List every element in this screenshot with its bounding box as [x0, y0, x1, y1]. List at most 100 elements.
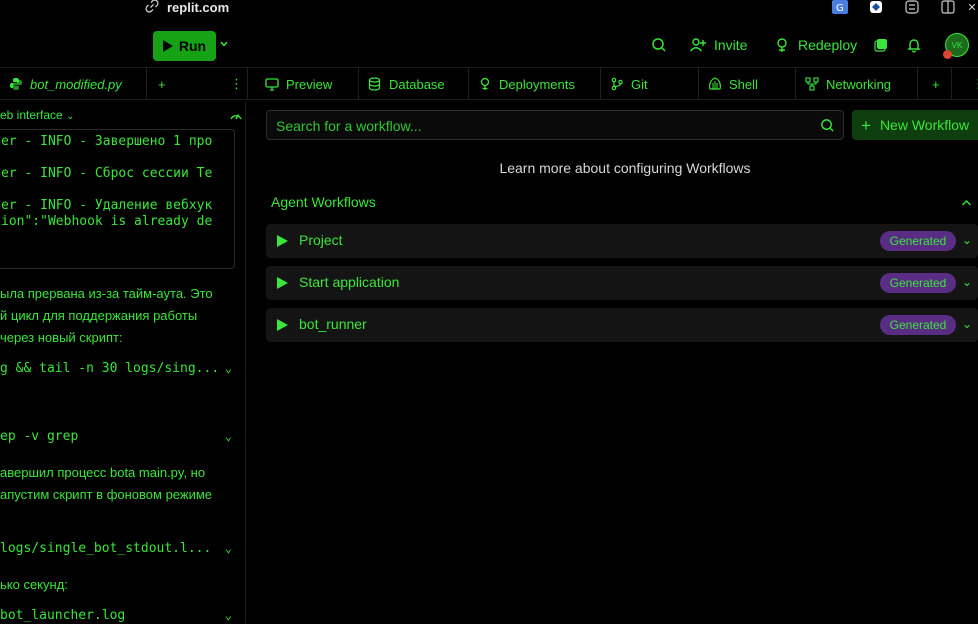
split-view-icon[interactable]: [940, 0, 956, 14]
deploy-icon: [477, 77, 492, 92]
play-icon[interactable]: [277, 319, 288, 331]
agent-panel: eb interface ⌄ er - INFO - Завершено 1 п…: [0, 101, 246, 624]
git-branch-icon: [609, 77, 624, 92]
command-block[interactable]: ep -v grep ⌄: [0, 426, 232, 446]
section-title: Agent Workflows: [271, 194, 376, 210]
play-icon[interactable]: [277, 235, 288, 247]
run-button[interactable]: Run: [153, 31, 216, 61]
tab-preview[interactable]: Preview: [256, 68, 359, 100]
command-block[interactable]: g && tail -n 30 logs/sing... ⌄: [0, 358, 232, 378]
deploy-icon: [773, 36, 791, 54]
console-output: er - INFO - Завершено 1 про er - INFO - …: [0, 129, 235, 269]
workflow-item-bot-runner[interactable]: bot_runner Generated ⌄: [266, 308, 978, 342]
tab-git[interactable]: Git: [601, 68, 699, 100]
tools-more-button[interactable]: ⋮: [966, 68, 978, 100]
tab-label: Preview: [286, 76, 333, 92]
translate-extension-icon[interactable]: G: [832, 0, 848, 14]
chevron-down-icon: ⌄: [224, 541, 232, 555]
python-file-icon: [8, 77, 23, 92]
monitor-icon: [264, 77, 279, 92]
search-input[interactable]: [276, 117, 796, 135]
new-workflow-button[interactable]: + New Workflow: [852, 110, 978, 140]
play-icon: [162, 40, 173, 52]
collapse-chevron-icon[interactable]: [961, 196, 972, 210]
chevron-down-icon[interactable]: ⌄: [962, 275, 972, 289]
command-block[interactable]: logs/single_bot_stdout.l... ⌄: [0, 538, 232, 558]
workflow-name: Project: [299, 232, 343, 248]
workflow-name: bot_runner: [299, 316, 367, 332]
tab-label: Git: [631, 76, 648, 92]
workflow-item-start-application[interactable]: Start application Generated ⌄: [266, 266, 978, 300]
agent-message: ько секунд:: [0, 574, 68, 596]
plus-icon: +: [861, 115, 871, 135]
run-label: Run: [178, 38, 207, 54]
command-text: g && tail -n 30 logs/sing...: [0, 360, 220, 376]
search-icon: [820, 118, 836, 134]
redeploy-button[interactable]: Redeploy: [773, 34, 857, 56]
learn-more-link[interactable]: Learn more about configuring Workflows: [266, 160, 978, 176]
console-line: er - INFO - Завершено 1 про: [1, 134, 213, 149]
command-text: logs/single_bot_stdout.l...: [0, 540, 212, 556]
tab-deployments[interactable]: Deployments: [469, 68, 601, 100]
chevron-down-icon: ⌄: [224, 429, 232, 443]
search-icon: [650, 36, 668, 54]
webview-selector[interactable]: eb interface ⌄: [0, 108, 74, 122]
editor-more-button[interactable]: ⋮: [224, 68, 248, 100]
svg-text:G: G: [836, 3, 844, 14]
layout-icon: [872, 36, 890, 54]
command-block[interactable]: bot_launcher.log ⌄: [0, 605, 232, 624]
workspace-header: Run Invite Redeploy VK: [0, 22, 978, 68]
tab-label: Database: [389, 76, 445, 92]
invite-button[interactable]: Invite: [689, 34, 747, 56]
command-text: ep -v grep: [0, 428, 79, 444]
message-line: апустим скрипт в фоновом режиме: [0, 487, 213, 502]
message-line: через новый скрипт:: [0, 330, 123, 345]
console-line: ion":"Webhook is already de: [1, 214, 213, 229]
add-tool-tab-button[interactable]: +: [922, 68, 952, 100]
tab-label: Shell: [729, 76, 758, 92]
url-text: replit.com: [167, 0, 230, 15]
notifications-button[interactable]: [905, 34, 923, 56]
tab-bar: bot_modified.py + ⋮ Preview Database Dep…: [0, 68, 978, 100]
chevron-down-icon: ⌄: [66, 111, 75, 122]
avatar-status-badge: [943, 50, 952, 59]
bell-icon: [905, 36, 923, 54]
tab-database[interactable]: Database: [359, 68, 469, 100]
chevron-down-icon: ⌄: [224, 608, 232, 622]
webview-label: eb interface: [0, 108, 63, 122]
network-icon: [804, 77, 819, 92]
chevron-down-icon[interactable]: ⌄: [962, 233, 972, 247]
chevron-down-icon: ⌄: [224, 361, 232, 375]
close-window-icon[interactable]: ✕: [964, 0, 978, 14]
message-line: ько секунд:: [0, 577, 68, 592]
address-display[interactable]: replit.com: [145, 0, 230, 15]
redeploy-label: Redeploy: [798, 37, 858, 53]
database-icon: [367, 77, 382, 92]
run-options-chevron-icon[interactable]: [219, 38, 231, 50]
add-user-icon: [689, 36, 707, 54]
add-editor-tab-button[interactable]: +: [147, 68, 230, 100]
pane-layout-button[interactable]: [872, 34, 890, 56]
gauge-icon[interactable]: [229, 109, 243, 123]
status-badge: Generated: [880, 231, 956, 251]
message-line: й цикл для поддержания работы: [0, 308, 198, 323]
shell-icon: [707, 77, 722, 92]
play-icon[interactable]: [277, 277, 288, 289]
agent-message: ыла прервана из-за тайм-аута. Это й цикл…: [0, 283, 213, 349]
tab-networking[interactable]: Networking: [796, 68, 918, 100]
browser-bar: replit.com G ✕: [0, 0, 978, 22]
tab-manager-icon[interactable]: [904, 0, 920, 14]
status-badge: Generated: [880, 315, 956, 335]
workflow-item-project[interactable]: Project Generated ⌄: [266, 224, 978, 258]
chevron-down-icon[interactable]: ⌄: [962, 317, 972, 331]
more-options-icon: ⋮: [230, 76, 243, 91]
extension-icon[interactable]: [868, 0, 884, 14]
console-line: er - INFO - Удаление вебхук: [1, 198, 213, 213]
search-button[interactable]: [650, 34, 668, 56]
command-text: bot_launcher.log: [0, 607, 126, 623]
status-badge: Generated: [880, 273, 956, 293]
tab-shell[interactable]: Shell: [699, 68, 796, 100]
more-options-icon: ⋮: [972, 76, 978, 92]
tab-bot-modified[interactable]: bot_modified.py: [0, 68, 147, 100]
tab-label: Deployments: [499, 76, 575, 92]
